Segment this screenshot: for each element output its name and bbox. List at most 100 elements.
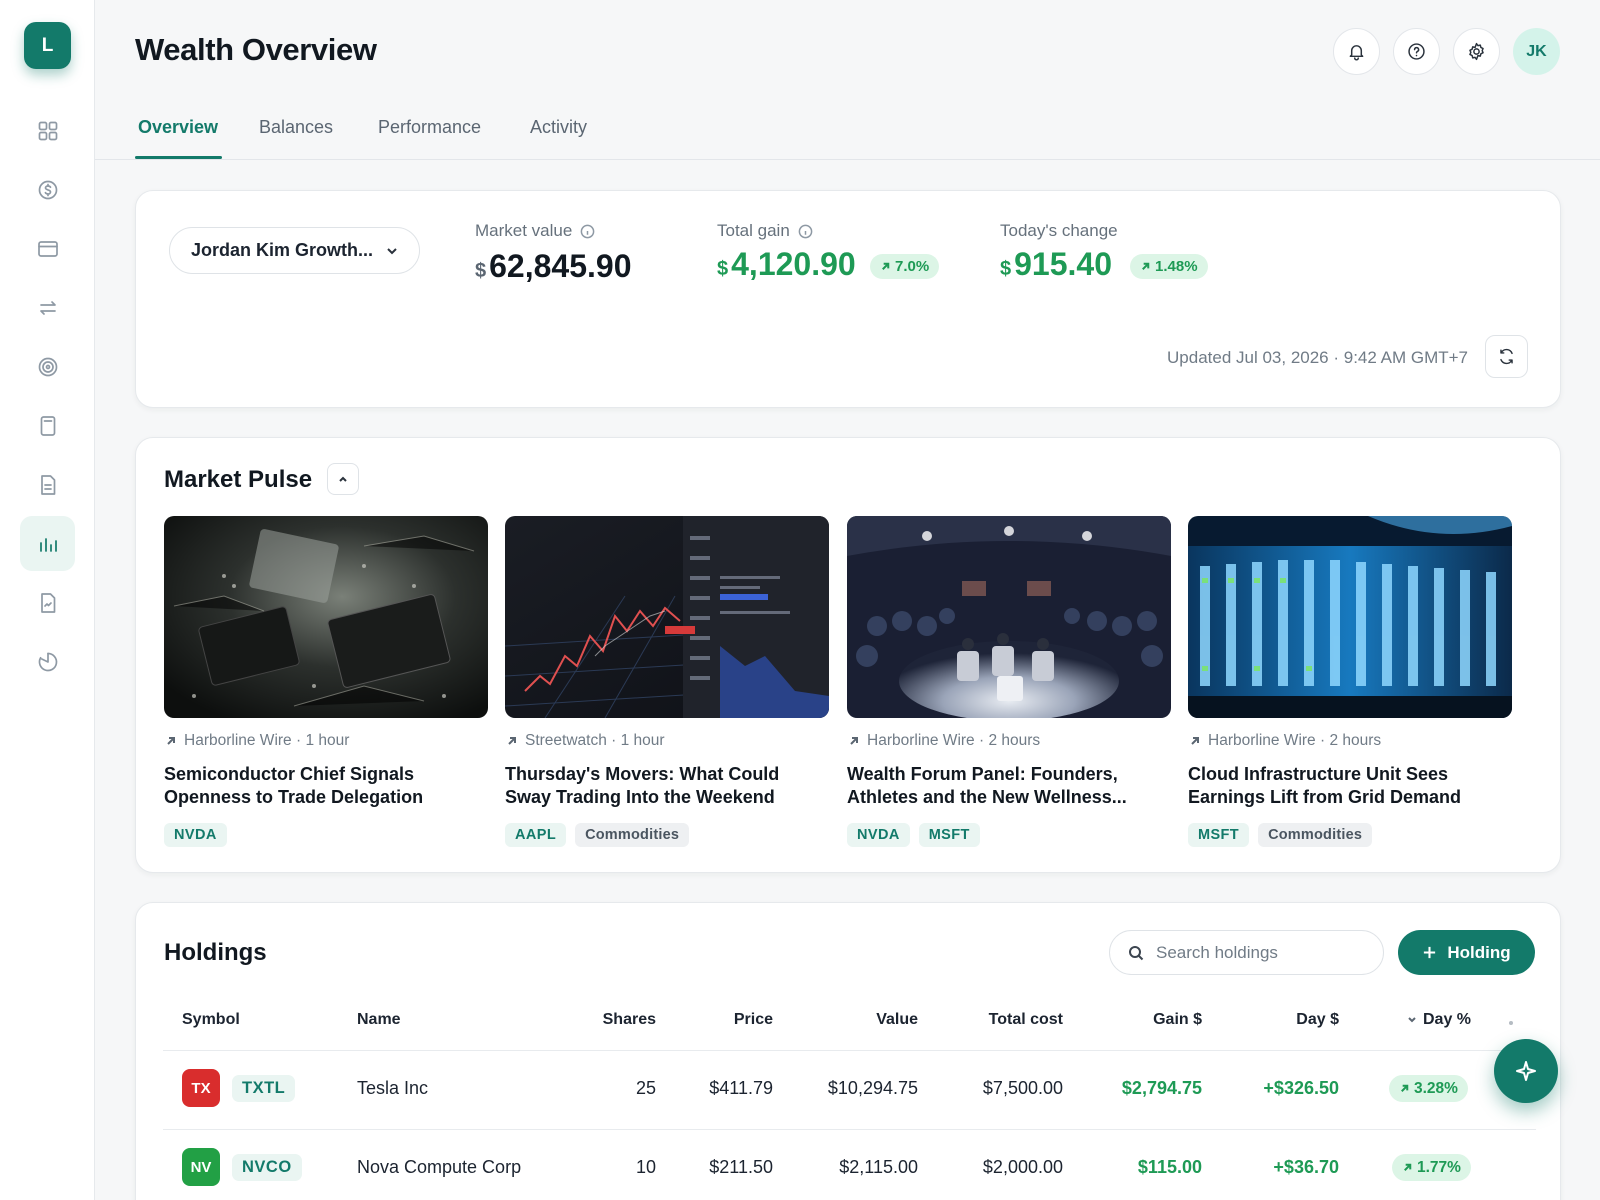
search-input[interactable]: Search holdings bbox=[1109, 930, 1384, 975]
tab-performance[interactable]: Performance bbox=[378, 117, 481, 158]
column-options-icon[interactable] bbox=[1509, 1021, 1513, 1025]
notifications-icon[interactable] bbox=[1333, 28, 1380, 75]
column-header-gain[interactable]: Gain $ bbox=[1153, 1011, 1202, 1029]
todays-change-value: $915.40 bbox=[1000, 246, 1112, 282]
help-icon[interactable] bbox=[1393, 28, 1440, 75]
transfer-icon[interactable] bbox=[20, 280, 75, 335]
search-icon bbox=[1129, 946, 1144, 961]
news-card[interactable]: Harborline Wire · 2 hours Wealth Forum P… bbox=[847, 516, 1171, 847]
market-pulse-title: Market Pulse bbox=[164, 466, 313, 493]
market-value: $62,845.90 bbox=[475, 248, 632, 284]
column-header-price[interactable]: Price bbox=[734, 1011, 773, 1029]
external-link-icon bbox=[508, 737, 516, 745]
account-selector[interactable]: Jordan Kim Growth... bbox=[169, 227, 420, 274]
news-headline[interactable]: Cloud Infrastructure Unit Sees Earnings … bbox=[1188, 763, 1512, 809]
holding-price: $411.79 bbox=[709, 1078, 773, 1098]
holding-name: Nova Compute Corp bbox=[357, 1157, 522, 1177]
chevron-up-icon bbox=[339, 476, 347, 482]
ai-assistant-button[interactable] bbox=[1494, 1039, 1558, 1103]
investments-icon[interactable] bbox=[20, 516, 75, 571]
account-name: Jordan Kim Growth... bbox=[191, 240, 374, 260]
external-link-icon bbox=[1191, 737, 1199, 745]
external-link-icon bbox=[850, 737, 858, 745]
holding-total-cost: $2,000.00 bbox=[982, 1157, 1063, 1177]
tab-overview[interactable]: Overview bbox=[138, 117, 218, 158]
column-header-total-cost[interactable]: Total cost bbox=[989, 1011, 1063, 1029]
holding-day-change: +$326.50 bbox=[1263, 1078, 1339, 1098]
info-icon[interactable] bbox=[798, 224, 813, 239]
symbol-logo: TX bbox=[182, 1069, 220, 1107]
sidebar: L bbox=[0, 0, 95, 1200]
trading-chart-image[interactable] bbox=[505, 516, 829, 718]
column-header-name[interactable]: Name bbox=[357, 1011, 401, 1029]
goals-icon[interactable] bbox=[20, 339, 75, 394]
holding-gain: $115.00 bbox=[1137, 1157, 1202, 1177]
table-divider bbox=[163, 1129, 1536, 1130]
refresh-button[interactable] bbox=[1485, 335, 1528, 378]
todays-change-label: Today's change bbox=[1000, 221, 1118, 240]
holdings-title: Holdings bbox=[164, 939, 267, 966]
news-source: Streetwatch · 1 hour bbox=[505, 732, 829, 750]
active-tab-indicator bbox=[135, 156, 222, 159]
holding-value: $2,115.00 bbox=[839, 1157, 918, 1177]
ticker-tag[interactable]: MSFT bbox=[1188, 823, 1250, 847]
news-source: Harborline Wire · 1 hour bbox=[164, 732, 488, 750]
ticker-tag[interactable]: AAPL bbox=[505, 823, 567, 847]
collapse-button[interactable] bbox=[327, 463, 359, 495]
info-icon[interactable] bbox=[580, 224, 595, 239]
sort-descending-icon bbox=[1407, 1011, 1417, 1029]
column-header-symbol[interactable]: Symbol bbox=[182, 1011, 240, 1029]
holding-day-change: +$36.70 bbox=[1273, 1157, 1339, 1177]
symbol-logo: NV bbox=[182, 1148, 220, 1186]
news-source: Harborline Wire · 2 hours bbox=[847, 732, 1171, 750]
total-gain-label: Total gain bbox=[717, 221, 813, 241]
tab-balances[interactable]: Balances bbox=[259, 117, 333, 158]
ticker-tag[interactable]: NVDA bbox=[164, 823, 227, 847]
market-value-label: Market value bbox=[475, 221, 595, 241]
todays-change-percent-badge: 1.48% bbox=[1130, 254, 1208, 279]
news-card[interactable]: Streetwatch · 1 hour Thursday's Movers: … bbox=[505, 516, 829, 847]
column-header-day-dollar[interactable]: Day $ bbox=[1296, 1011, 1339, 1029]
symbol-tag[interactable]: NVCO bbox=[232, 1154, 302, 1181]
app-logo[interactable]: L bbox=[24, 22, 71, 69]
column-header-day-percent[interactable]: Day % bbox=[1407, 1011, 1471, 1029]
table-divider bbox=[163, 1050, 1536, 1051]
settings-icon[interactable] bbox=[1453, 28, 1500, 75]
currency-icon[interactable] bbox=[20, 162, 75, 217]
chevron-down-icon bbox=[387, 248, 397, 255]
symbol-tag[interactable]: TXTL bbox=[232, 1075, 296, 1102]
user-avatar[interactable]: JK bbox=[1513, 28, 1560, 75]
holding-day-percent-badge: 1.77% bbox=[1392, 1154, 1471, 1181]
arrow-up-right-icon bbox=[1142, 262, 1150, 270]
tab-activity[interactable]: Activity bbox=[530, 117, 587, 158]
news-headline[interactable]: Wealth Forum Panel: Founders, Athletes a… bbox=[847, 763, 1171, 809]
holding-name: Tesla Inc bbox=[357, 1078, 429, 1098]
news-card[interactable]: Harborline Wire · 2 hours Cloud Infrastr… bbox=[1188, 516, 1512, 847]
column-header-shares[interactable]: Shares bbox=[603, 1011, 656, 1029]
sparkle-icon bbox=[1516, 1061, 1536, 1081]
column-header-value[interactable]: Value bbox=[876, 1011, 918, 1029]
holding-value: $10,294.75 bbox=[827, 1078, 918, 1098]
add-holding-button[interactable]: Holding bbox=[1398, 930, 1535, 975]
ticker-tag[interactable]: MSFT bbox=[918, 823, 980, 847]
news-card[interactable]: Harborline Wire · 1 hour Semiconductor C… bbox=[164, 516, 488, 847]
arrow-up-right-icon bbox=[882, 262, 890, 270]
news-headline[interactable]: Semiconductor Chief Signals Openness to … bbox=[164, 763, 488, 809]
holding-gain: $2,794.75 bbox=[1121, 1078, 1202, 1098]
wallet-icon[interactable] bbox=[20, 221, 75, 276]
topic-tag[interactable]: Commodities bbox=[575, 823, 690, 847]
report-icon[interactable] bbox=[20, 575, 75, 630]
news-headline[interactable]: Thursday's Movers: What Could Sway Tradi… bbox=[505, 763, 829, 809]
forum-panel-image[interactable] bbox=[847, 516, 1171, 718]
total-gain-percent-badge: 7.0% bbox=[870, 254, 940, 279]
dashboard-icon[interactable] bbox=[20, 103, 75, 158]
server-rack-image[interactable] bbox=[1188, 516, 1512, 718]
ticker-tag[interactable]: NVDA bbox=[847, 823, 910, 847]
calculator-icon[interactable] bbox=[20, 398, 75, 453]
summary-card: Jordan Kim Growth... Market value $62,84… bbox=[135, 190, 1561, 408]
pie-chart-icon[interactable] bbox=[20, 634, 75, 689]
document-icon[interactable] bbox=[20, 457, 75, 512]
topic-tag[interactable]: Commodities bbox=[1258, 823, 1373, 847]
circuit-board-image[interactable] bbox=[164, 516, 488, 718]
plus-icon bbox=[1424, 946, 1436, 959]
